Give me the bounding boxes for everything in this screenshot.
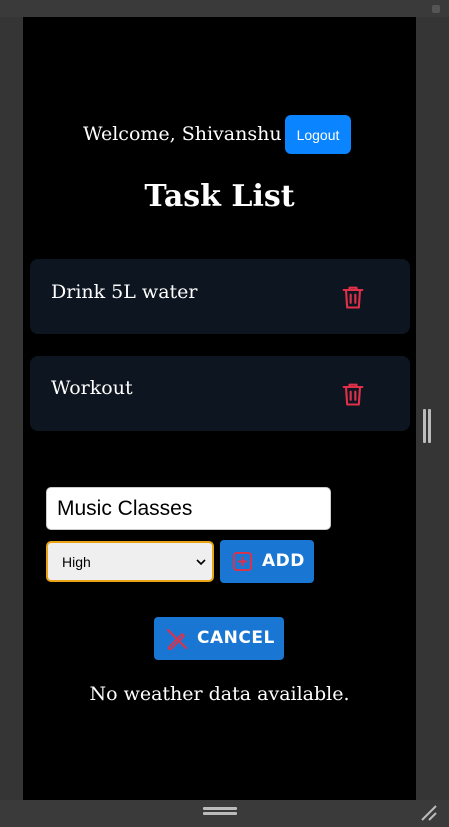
window-left-border <box>0 17 23 800</box>
logout-button[interactable]: Logout <box>285 115 351 154</box>
task-input[interactable] <box>46 487 331 530</box>
trash-icon[interactable] <box>339 283 367 311</box>
cancel-button[interactable]: CANCEL <box>154 617 284 660</box>
priority-selected-value: High <box>62 554 91 570</box>
plus-square-icon <box>232 551 253 572</box>
task-name: Workout <box>51 377 133 399</box>
window-bottom-bar <box>0 800 449 827</box>
task-card: Workout <box>30 356 410 431</box>
add-button-label: ADD <box>262 551 305 571</box>
window-dot-icon <box>432 5 440 13</box>
side-resize-handle-icon[interactable] <box>423 409 433 443</box>
window-top-bar <box>0 0 449 17</box>
welcome-message: Welcome, Shivanshu ! <box>83 123 296 145</box>
chevron-down-icon <box>196 559 206 566</box>
weather-status: No weather data available. <box>89 683 350 705</box>
priority-select[interactable]: High <box>46 541 214 582</box>
trash-icon[interactable] <box>339 380 367 408</box>
page-title: Task List <box>144 179 295 214</box>
task-name: Drink 5L water <box>51 281 198 303</box>
corner-resize-icon[interactable] <box>420 804 438 822</box>
add-button[interactable]: ADD <box>220 540 314 583</box>
welcome-row: Welcome, Shivanshu ! Logout <box>23 115 416 155</box>
app-viewport: Welcome, Shivanshu ! Logout Task List Dr… <box>23 17 416 800</box>
task-card: Drink 5L water <box>30 259 410 334</box>
cancel-button-label: CANCEL <box>197 628 275 648</box>
bottom-resize-handle-icon[interactable] <box>203 807 237 819</box>
window-right-border <box>416 17 449 800</box>
cancel-edit-icon <box>167 629 187 650</box>
